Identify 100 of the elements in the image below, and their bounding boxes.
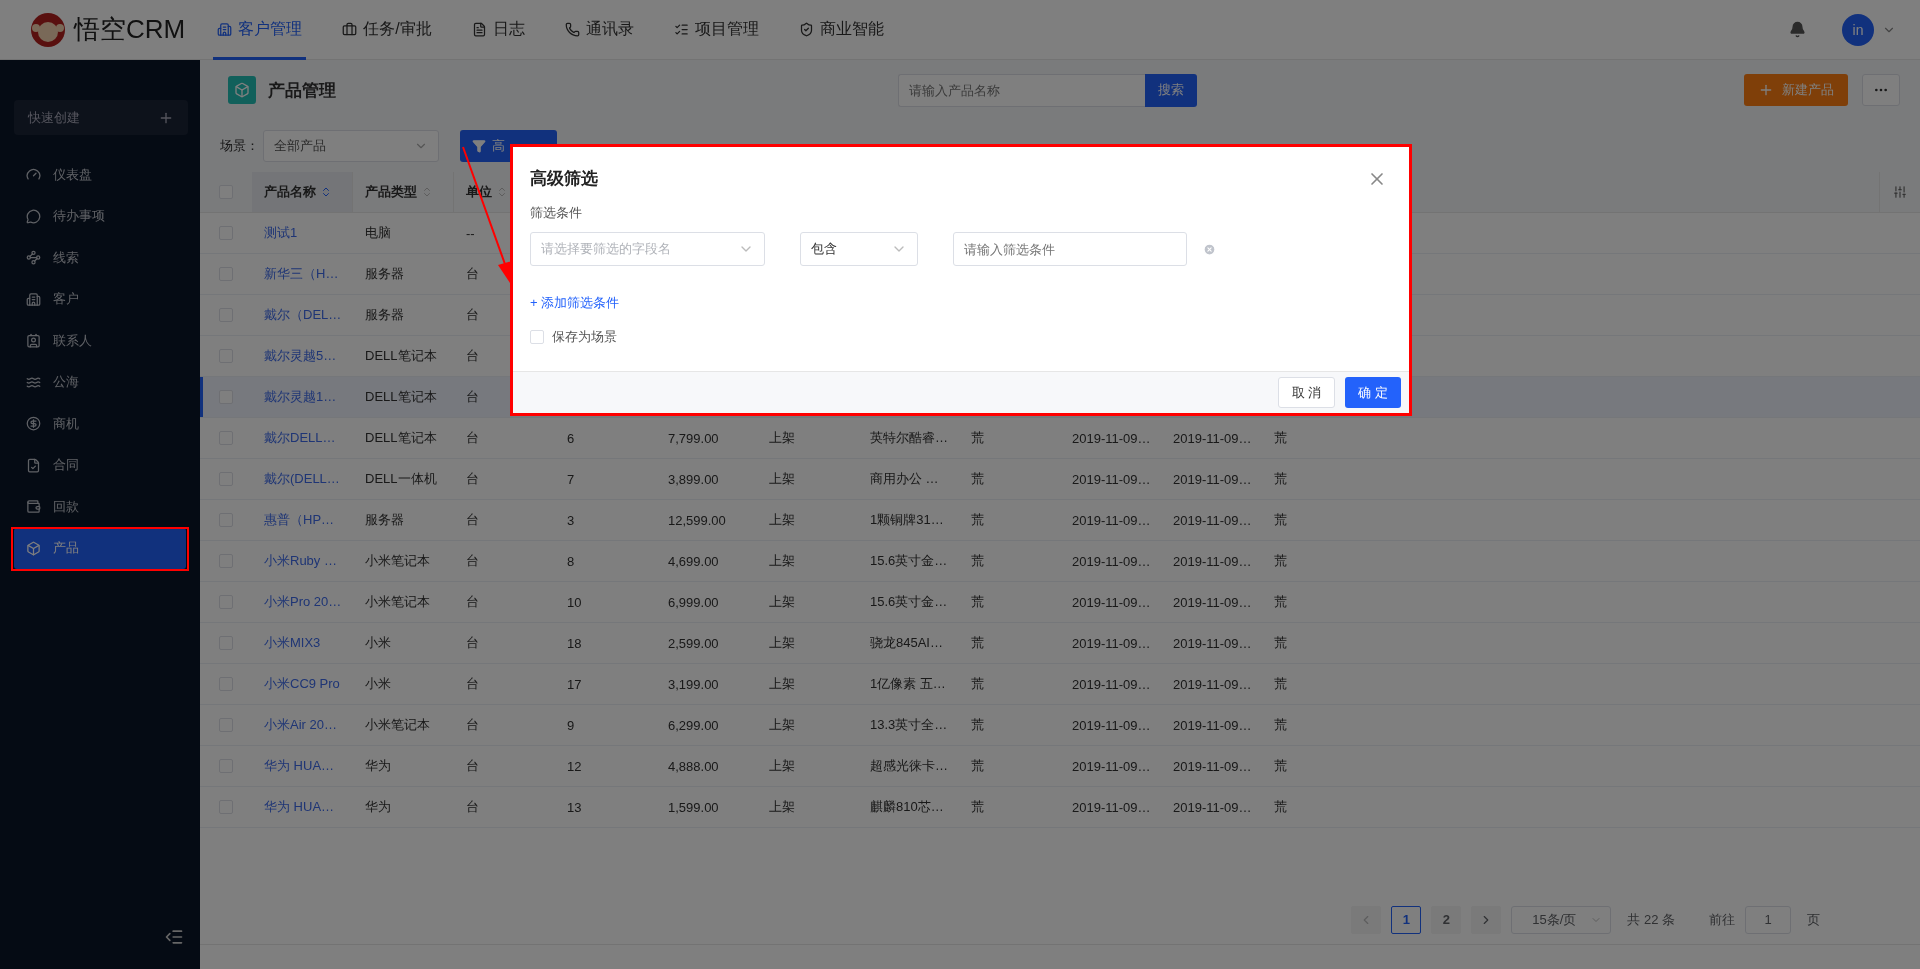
table-cell-text: 1亿像素 五… — [870, 675, 946, 693]
table-cell-text: 2019-11-09… — [1072, 429, 1151, 448]
logo-text: 悟空CRM — [74, 13, 186, 46]
table-cell-text: 台 — [466, 470, 479, 488]
table-cell-text: 2019-11-09… — [1072, 634, 1151, 653]
table-cell-text: 超感光徕卡… — [870, 757, 948, 775]
table-cell-text: 上架 — [769, 593, 795, 611]
table-cell-text: 台 — [466, 593, 479, 611]
table-cell-text: 骁龙845AI… — [870, 634, 943, 652]
table-cell-text: 1,599.00 — [668, 798, 719, 817]
table-cell-text: -- — [466, 224, 475, 243]
table-cell-text: 荒 — [1274, 511, 1287, 529]
table-cell-text: 12,599.00 — [668, 511, 726, 530]
table-cell-text: 荒 — [971, 429, 984, 447]
table-cell-text: 荒 — [971, 798, 984, 816]
table-cell-text: 台 — [466, 552, 479, 570]
page-suffix: 页 — [1807, 910, 1820, 929]
table-cell-text: 2,599.00 — [668, 634, 719, 653]
table-cell-text: 荒 — [971, 634, 984, 652]
table-cell-text: 电脑 — [365, 224, 391, 242]
page-title: 产品管理 — [268, 79, 337, 102]
table-cell-text: 6,299.00 — [668, 716, 719, 735]
table-cell-text: 小米笔记本 — [365, 593, 430, 611]
table-cell-text: 台 — [466, 306, 479, 324]
table-cell-text: 小米笔记本 — [365, 716, 430, 734]
table-cell-text: 2019-11-09… — [1173, 675, 1252, 694]
table-cell-text: 2019-11-09… — [1072, 798, 1151, 817]
table-cell-text: 6 — [567, 429, 575, 448]
table-cell-text: 服务器 — [365, 265, 404, 283]
table-cell-text: 2019-11-09… — [1072, 716, 1151, 735]
table-cell-text: 台 — [466, 716, 479, 734]
table-cell-text: 荒 — [971, 593, 984, 611]
table-cell-text: 荒 — [971, 552, 984, 570]
table-cell-text: 15.6英寸金… — [870, 552, 948, 570]
table-cell-text: 2019-11-09… — [1173, 798, 1252, 817]
table-cell-text: 台 — [466, 757, 479, 775]
table-cell-text: 服务器 — [365, 511, 404, 529]
table-cell-text: 3,199.00 — [668, 675, 719, 694]
table-cell-text: 上架 — [769, 798, 795, 816]
table-cell-text: 荒 — [971, 470, 984, 488]
table-cell-text: 麒麟810芯… — [870, 798, 944, 816]
table-cell-text: 荒 — [971, 757, 984, 775]
table-cell-text: 商用办公 … — [870, 470, 939, 488]
table-cell-text: 英特尔酷睿… — [870, 429, 948, 447]
table-cell-text: 17 — [567, 675, 582, 694]
total-count: 共 22 条 — [1627, 910, 1675, 929]
table-cell-text: 荒 — [971, 675, 984, 693]
table-cell-text: 13 — [567, 798, 582, 817]
table-cell-text: 上架 — [769, 429, 795, 447]
table-cell-text: 4,699.00 — [668, 552, 719, 571]
goto-label: 前往 — [1709, 910, 1735, 929]
table-cell-text: 6,999.00 — [668, 593, 719, 612]
table-cell-text: 9 — [567, 716, 575, 735]
quick-create-label: 快速创建 — [28, 108, 81, 127]
table-cell-text: 2019-11-09… — [1072, 552, 1151, 571]
table-cell-text: 荒 — [1274, 429, 1287, 447]
table-cell-text: 台 — [466, 265, 479, 283]
table-cell-text: 2019-11-09… — [1072, 511, 1151, 530]
table-cell-text: 荒 — [1274, 552, 1287, 570]
table-cell-text: 台 — [466, 429, 479, 447]
table-cell-text: 13.3英寸全… — [870, 716, 948, 734]
table-cell-text: 荒 — [1274, 798, 1287, 816]
table-cell-text: 台 — [466, 511, 479, 529]
table-cell-text: 华为 — [365, 798, 391, 816]
table-cell-text: 18 — [567, 634, 582, 653]
table-cell-text: 2019-11-09… — [1072, 675, 1151, 694]
table-cell-text: 台 — [466, 634, 479, 652]
table-cell-text: 台 — [466, 798, 479, 816]
table-cell-text: 上架 — [769, 470, 795, 488]
table-cell-text: 15.6英寸金… — [870, 593, 948, 611]
table-cell-text: DELL笔记本 — [365, 429, 437, 447]
table-cell-text: 2019-11-09… — [1173, 634, 1252, 653]
table-cell-text: 上架 — [769, 716, 795, 734]
table-cell-text: 7 — [567, 470, 575, 489]
table-cell-text: 荒 — [1274, 675, 1287, 693]
table-cell-text: 4,888.00 — [668, 757, 719, 776]
table-cell-text: 荒 — [971, 716, 984, 734]
table-cell-text: 2019-11-09… — [1173, 716, 1252, 735]
table-cell-text: 8 — [567, 552, 575, 571]
table-cell-text: 2019-11-09… — [1173, 552, 1252, 571]
table-cell-text: 荒 — [1274, 634, 1287, 652]
table-cell-text: 上架 — [769, 675, 795, 693]
table-cell-text: 小米笔记本 — [365, 552, 430, 570]
table-cell-text: 7,799.00 — [668, 429, 719, 448]
table-cell-text: 荒 — [1274, 593, 1287, 611]
table-cell-text: 2019-11-09… — [1173, 757, 1252, 776]
table-cell-text: DELL笔记本 — [365, 388, 437, 406]
table-cell-text: 上架 — [769, 511, 795, 529]
table-cell-text: 2019-11-09… — [1072, 757, 1151, 776]
table-cell-text: 2019-11-09… — [1173, 429, 1252, 448]
table-cell-text: 2019-11-09… — [1173, 470, 1252, 489]
table-cell-text: 华为 — [365, 757, 391, 775]
table-cell-text: 荒 — [971, 511, 984, 529]
table-cell-text: 荒 — [1274, 757, 1287, 775]
table-cell-text: 10 — [567, 593, 582, 612]
table-cell-text: 3,899.00 — [668, 470, 719, 489]
table-cell-text: 荒 — [1274, 470, 1287, 488]
table-cell-text: 小米 — [365, 634, 391, 652]
table-cell-text: 12 — [567, 757, 582, 776]
table-cell-text: 台 — [466, 388, 479, 406]
